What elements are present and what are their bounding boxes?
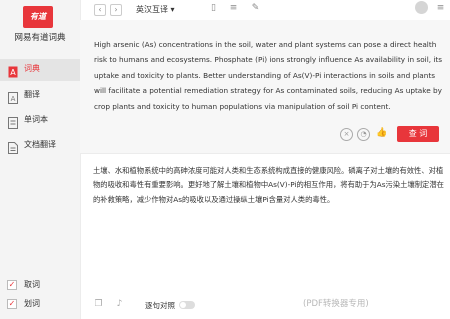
checkbox-word-capture[interactable]: ✓ 取词: [7, 278, 87, 292]
like-icon[interactable]: 👍: [376, 128, 387, 139]
language-select[interactable]: 英汉互译 ▾: [136, 4, 175, 15]
svg-text:A: A: [11, 95, 16, 103]
dictionary-icon: A: [8, 63, 18, 78]
top-toolbar: ‹ › 英汉互译 ▾ ▯ ≡ ✎ ≡: [80, 0, 450, 20]
sidebar-item-document-translate[interactable]: 文档翻译: [0, 135, 80, 157]
document-translate-icon: [8, 139, 18, 154]
sidebar-item-wordbook[interactable]: 单词本: [0, 110, 80, 132]
watermark: (PDF转换器专用): [303, 299, 369, 309]
sidebar-item-dictionary[interactable]: A 词典: [0, 59, 80, 81]
speaker-icon[interactable]: ♪: [114, 299, 125, 310]
source-text[interactable]: High arsenic (As) concentrations in the …: [94, 37, 444, 114]
translation-result: 土壤、水和植物系统中的高砷浓度可能对人类和生态系统构成直接的健康风险。磷离子对土…: [93, 166, 444, 204]
query-button[interactable]: 查 词: [397, 126, 439, 142]
svg-text:A: A: [10, 68, 16, 77]
sidebar-item-label: 翻译: [24, 90, 40, 99]
forward-button[interactable]: ›: [110, 4, 122, 16]
sentence-compare-toggle[interactable]: [179, 301, 195, 309]
document-icon[interactable]: ▯: [208, 3, 219, 14]
checkbox-label: 划词: [24, 299, 40, 308]
wordbook-icon: [8, 114, 18, 129]
sidebar-item-label: 词典: [24, 64, 40, 73]
app-name: 网易有道词典: [14, 33, 66, 43]
back-button[interactable]: ‹: [94, 4, 106, 16]
app-logo: 有道: [23, 6, 53, 28]
more-icon[interactable]: ≡: [435, 3, 446, 14]
checkmark-icon: ✓: [7, 280, 17, 290]
checkmark-icon: ✓: [7, 299, 17, 309]
sidebar-item-translate[interactable]: A 翻译: [0, 85, 80, 107]
list-icon[interactable]: ≡: [228, 3, 239, 14]
history-icon[interactable]: ◔: [357, 128, 370, 141]
avatar[interactable]: [415, 1, 428, 14]
sidebar: 有道 网易有道词典 A 词典 A 翻译 单词本 文档翻译 ✓ 取词 ✓ 划词: [0, 0, 81, 319]
translate-icon: A: [8, 89, 18, 104]
checkbox-label: 取词: [24, 280, 40, 289]
checkbox-select-translate[interactable]: ✓ 划词: [7, 297, 87, 311]
copy-icon[interactable]: ❐: [93, 299, 104, 310]
clear-icon[interactable]: ×: [340, 128, 353, 141]
source-text-panel[interactable]: High arsenic (As) concentrations in the …: [80, 20, 450, 154]
sidebar-item-label: 文档翻译: [24, 140, 56, 149]
sentence-compare-label: 逐句对照: [145, 301, 175, 310]
bottom-toolbar: ❐ ♪ 逐句对照: [80, 294, 450, 319]
sidebar-item-label: 单词本: [24, 115, 48, 124]
edit-icon[interactable]: ✎: [250, 3, 261, 14]
